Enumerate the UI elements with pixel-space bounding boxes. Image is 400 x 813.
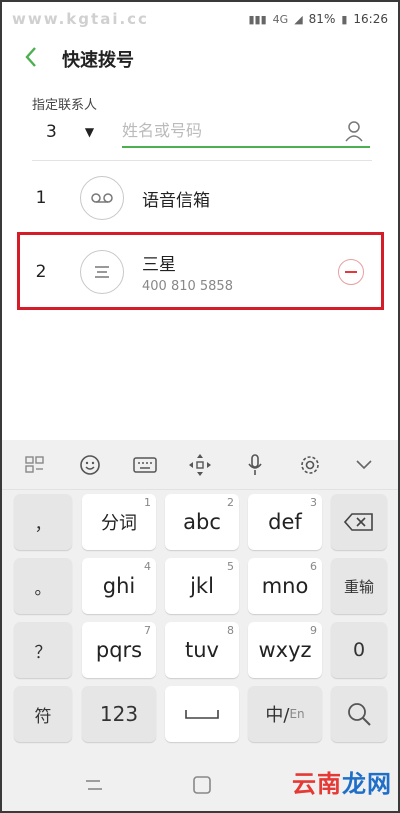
- grid-icon[interactable]: [22, 452, 48, 478]
- key-4[interactable]: ghi 4: [82, 558, 156, 614]
- contact-search-input[interactable]: [122, 120, 332, 140]
- search-key[interactable]: [331, 686, 387, 742]
- key-digit: 8: [227, 624, 234, 637]
- app-bar: 快速拨号: [2, 36, 398, 82]
- page-title: 快速拨号: [62, 50, 134, 71]
- space-icon: [185, 710, 219, 719]
- remove-speed-dial-button[interactable]: [338, 259, 364, 285]
- move-icon[interactable]: [187, 452, 213, 478]
- phone-frame: www.kgtai.cc ▮▮▮ 4G ◢ 81% ▮ 16:26 快速拨号 指…: [0, 0, 400, 813]
- symbol-key[interactable]: 符: [14, 686, 72, 742]
- status-icons: ▮▮▮ 4G ◢ 81% ▮ 16:26: [249, 12, 389, 26]
- key-3[interactable]: def 3: [248, 494, 322, 550]
- key-label: pqrs: [95, 638, 143, 662]
- network-label: 4G: [272, 12, 289, 26]
- key-digit: 5: [227, 560, 234, 573]
- key-8[interactable]: tuv 8: [165, 622, 239, 678]
- keyboard-icon[interactable]: [132, 452, 158, 478]
- key-label: def: [268, 510, 302, 534]
- key-digit: 7: [144, 624, 151, 637]
- key-label: mno: [261, 574, 309, 598]
- speed-dial-contact: 三星 400 810 5858: [124, 250, 233, 294]
- question-key[interactable]: ？: [14, 622, 72, 678]
- key-label: jkl: [190, 574, 214, 598]
- status-bar: www.kgtai.cc ▮▮▮ 4G ◢ 81% ▮ 16:26: [2, 2, 398, 36]
- search-icon: [348, 703, 371, 726]
- key-7[interactable]: pqrs 7: [82, 622, 156, 678]
- key-digit: 2: [227, 496, 234, 509]
- key-label: wxyz: [258, 638, 312, 662]
- backspace-icon: [344, 513, 373, 531]
- key-6[interactable]: mno 6: [248, 558, 322, 614]
- speed-dial-index: 2: [35, 262, 47, 282]
- battery-percent: 81%: [308, 12, 336, 26]
- clock: 16:26: [353, 12, 388, 26]
- settings-icon[interactable]: [297, 452, 323, 478]
- key-9[interactable]: wxyz 9: [248, 622, 322, 678]
- divider: [32, 160, 372, 161]
- selected-number: 3: [46, 122, 57, 142]
- brand-watermark: 云南龙网: [292, 764, 392, 799]
- emoji-icon[interactable]: [77, 452, 103, 478]
- key-digit: 9: [310, 624, 317, 637]
- speed-dial-name: 语音信箱: [142, 190, 210, 211]
- mic-icon[interactable]: [242, 452, 268, 478]
- minus-icon: [345, 271, 357, 273]
- wifi-icon: ◢: [294, 12, 303, 26]
- period-key[interactable]: 。: [14, 558, 72, 614]
- key-label: abc: [183, 510, 221, 534]
- contact-card-icon: [80, 250, 124, 294]
- zero-key[interactable]: 0: [331, 622, 387, 678]
- key-digit: 4: [144, 560, 151, 573]
- brand-part-1: 云南: [292, 770, 342, 798]
- brand-part-2: 龙网: [342, 770, 392, 798]
- language-label-zh: 中/: [265, 705, 290, 726]
- contact-picker-icon[interactable]: [344, 120, 364, 142]
- key-digit: 6: [310, 560, 317, 573]
- home-icon[interactable]: [190, 773, 214, 797]
- collapse-icon[interactable]: [351, 452, 377, 478]
- speed-dial-row-1[interactable]: 1 语音信箱: [2, 174, 398, 222]
- assign-contact-label: 指定联系人: [32, 98, 98, 113]
- retype-key[interactable]: 重输: [331, 558, 387, 614]
- key-label: 分词: [101, 513, 137, 534]
- key-5[interactable]: jkl 5: [165, 558, 239, 614]
- speed-dial-name: 三星: [142, 255, 176, 275]
- key-2[interactable]: abc 2: [165, 494, 239, 550]
- key-digit: 3: [310, 496, 317, 509]
- key-label: tuv: [185, 638, 219, 662]
- battery-icon: ▮: [341, 12, 348, 26]
- back-button[interactable]: [24, 46, 52, 72]
- key-1[interactable]: 分词 1: [82, 494, 156, 550]
- signal-icon: ▮▮▮: [248, 12, 267, 26]
- keyboard-toolbar: [2, 440, 398, 490]
- key-label: ghi: [102, 574, 136, 598]
- speed-dial-index: 1: [35, 188, 47, 208]
- key-digit: 1: [144, 496, 151, 509]
- voicemail-icon: [80, 176, 124, 220]
- speed-dial-number: 400 810 5858: [142, 279, 233, 294]
- space-key[interactable]: [165, 686, 239, 742]
- comma-key[interactable]: ，: [14, 494, 72, 550]
- number-dropdown[interactable]: 3 ▼: [46, 120, 116, 144]
- number-mode-key[interactable]: 123: [82, 686, 156, 742]
- recent-apps-icon[interactable]: [82, 773, 106, 797]
- watermark: www.kgtai.cc: [12, 10, 149, 28]
- language-toggle-key[interactable]: 中/En: [248, 686, 322, 742]
- backspace-key[interactable]: [331, 494, 387, 550]
- dropdown-caret-icon: ▼: [84, 125, 95, 139]
- language-label-en: En: [289, 707, 305, 721]
- contact-search-field[interactable]: [122, 114, 370, 148]
- chevron-left-icon: [25, 47, 36, 67]
